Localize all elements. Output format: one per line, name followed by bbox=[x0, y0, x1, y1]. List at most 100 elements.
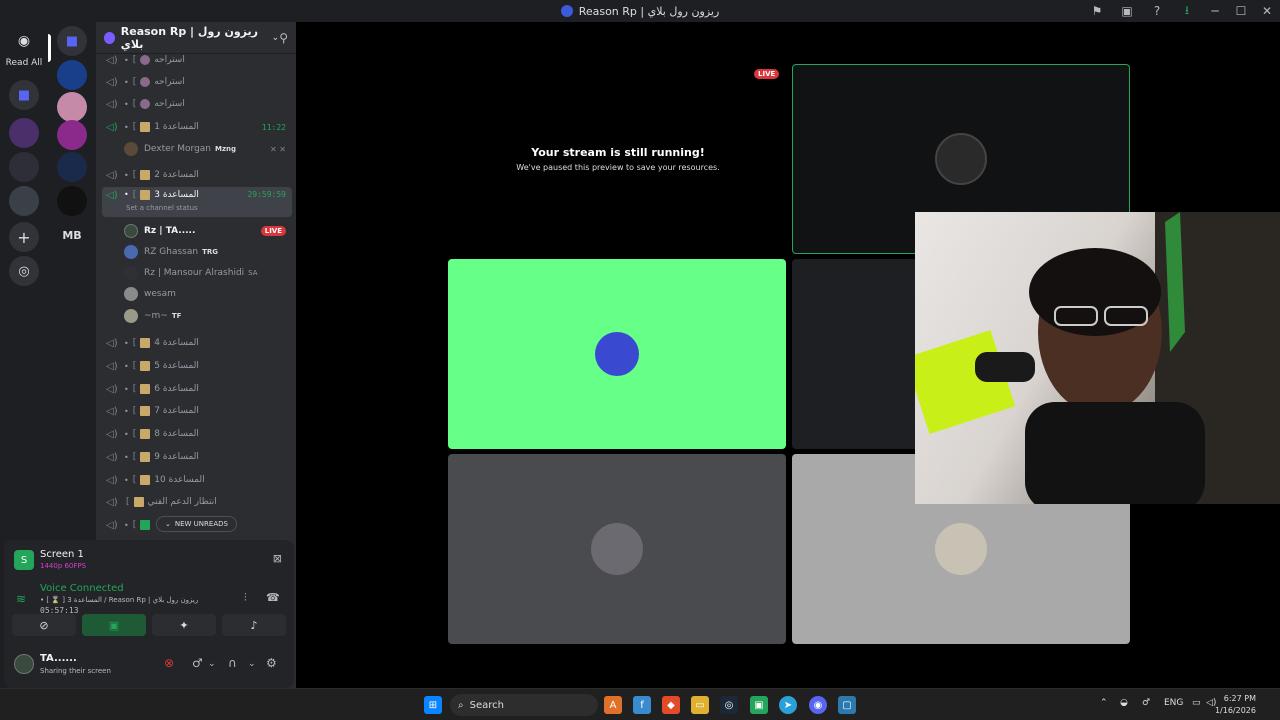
app-icon-green[interactable]: ▣ bbox=[750, 696, 768, 714]
server-icon-mb[interactable]: MB bbox=[57, 220, 87, 250]
speaker-icon: ◁) bbox=[106, 76, 118, 88]
voice-channel[interactable]: ◁) •[استراحه bbox=[102, 72, 292, 92]
close-button[interactable]: ✕ bbox=[1254, 0, 1280, 22]
chevron-up-icon[interactable]: ⌃ bbox=[1100, 698, 1108, 708]
user-status: Sharing their screen bbox=[40, 667, 111, 675]
brave-browser-icon[interactable]: ◆ bbox=[662, 696, 680, 714]
channel-bracket: [ bbox=[132, 77, 137, 87]
disconnect-icon[interactable]: ☎ bbox=[266, 591, 280, 604]
channel-status[interactable]: Set a channel status bbox=[126, 204, 198, 212]
voice-user[interactable]: Rz | Mansour Alrashidi SA bbox=[124, 263, 292, 283]
stream-quality[interactable]: 1440p 60FPS bbox=[40, 562, 86, 570]
voice-channel[interactable]: ◁) •[المساعدة 4 bbox=[102, 333, 292, 353]
game-controller-off-icon[interactable]: ⊗ bbox=[164, 656, 174, 670]
server-icon-f[interactable] bbox=[57, 152, 87, 182]
download-icon[interactable]: ⭳ bbox=[1172, 0, 1202, 22]
microphone-icon[interactable]: ♂ bbox=[192, 656, 203, 670]
telegram-icon[interactable]: ➤ bbox=[779, 696, 797, 714]
stop-stream-icon[interactable]: ⊠ bbox=[273, 552, 282, 565]
voice-channel[interactable]: ◁) •[المساعدة 10 bbox=[102, 470, 292, 490]
app-icon-f[interactable]: f bbox=[633, 696, 651, 714]
app-icon-window[interactable]: ▢ bbox=[838, 696, 856, 714]
voice-channel[interactable]: ◁) •[المساعدة 8 bbox=[102, 424, 292, 444]
reason-server-icon[interactable] bbox=[57, 60, 87, 90]
settings-gear-icon[interactable]: ⚙ bbox=[266, 656, 277, 670]
taskbar-search[interactable]: ⌕ Search bbox=[450, 694, 598, 716]
server-icon-c[interactable] bbox=[9, 186, 39, 216]
voice-channel[interactable]: ◁) •[استراحه bbox=[102, 94, 292, 114]
server-icon-e[interactable] bbox=[57, 120, 87, 150]
network-icon[interactable]: ▭ bbox=[1192, 698, 1201, 708]
paused-preview[interactable]: Your stream is still running! We've paus… bbox=[448, 64, 788, 234]
voice-channel[interactable]: ◁) •[المساعدة 7 bbox=[102, 401, 292, 421]
voice-channel-selected[interactable]: ◁) •[المساعدة 3 29:59:59 Set a channel sta… bbox=[102, 187, 292, 217]
speaker-icon: ◁) bbox=[106, 451, 118, 463]
signal-icon[interactable]: ≋ bbox=[16, 592, 26, 606]
voice-connected-status[interactable]: Voice Connected bbox=[40, 583, 124, 594]
window-title-text: Reason Rp | ريزون رول بلاي bbox=[578, 4, 720, 18]
avatar bbox=[595, 332, 639, 376]
chevron-down-icon[interactable]: ⌄ bbox=[248, 659, 256, 669]
soundboard-button[interactable]: ♪ bbox=[222, 614, 286, 636]
new-unreads-button[interactable]: ⌄ NEW UNREADS bbox=[156, 516, 237, 532]
discord-home-icon[interactable]: ◉ bbox=[9, 26, 39, 56]
channel-bracket: [ bbox=[132, 122, 137, 132]
avatar bbox=[124, 266, 138, 280]
user-tag: TRG bbox=[202, 248, 218, 256]
voice-channel-path[interactable]: • [ ⌛ ] المساعدة 3 / Reason Rp | ريزون ر… bbox=[40, 596, 198, 604]
voice-user[interactable]: Dexter Morgan Mzng ✕ ✕ bbox=[124, 139, 292, 159]
camera-off-button[interactable]: ⊘ bbox=[12, 614, 76, 636]
avatar[interactable] bbox=[14, 654, 34, 674]
voice-user[interactable]: wesam bbox=[124, 284, 292, 304]
headphones-icon[interactable]: ∩ bbox=[228, 656, 237, 670]
chevron-down-icon[interactable]: ⌄ bbox=[208, 659, 216, 669]
windows-start-icon[interactable]: ⊞ bbox=[424, 696, 442, 714]
user-display-name[interactable]: TA...... bbox=[40, 653, 77, 664]
channel-timer: 29:59:59 bbox=[247, 190, 286, 199]
voice-user[interactable]: Rz | TA..... LIVE bbox=[124, 221, 292, 241]
server-icon-d[interactable] bbox=[57, 92, 87, 122]
speaker-icon: ◁) bbox=[106, 428, 118, 440]
folder-open-icon[interactable]: ■ bbox=[57, 26, 87, 56]
system-clock[interactable]: 6:27 PM 1/16/2026 bbox=[1215, 693, 1256, 717]
voice-channel[interactable]: ◁) •[استراحه bbox=[102, 50, 292, 70]
help-icon[interactable]: ? bbox=[1142, 0, 1172, 22]
maximize-button[interactable]: ☐ bbox=[1228, 0, 1254, 22]
microphone-tray-icon[interactable]: ♂ bbox=[1142, 698, 1150, 708]
read-all-label[interactable]: Read All bbox=[0, 58, 48, 68]
screenshot-icon[interactable]: ▣ bbox=[1112, 0, 1142, 22]
voice-channel[interactable]: ◁) •[المساعدة 9 bbox=[102, 447, 292, 467]
share-screen-button[interactable]: ▣ bbox=[82, 614, 146, 636]
steam-icon[interactable]: ◎ bbox=[720, 696, 738, 714]
server-icon-g[interactable] bbox=[57, 186, 87, 216]
activities-button[interactable]: ✦ bbox=[152, 614, 216, 636]
participant-tile[interactable] bbox=[448, 259, 786, 449]
folder-icon[interactable]: ■ bbox=[9, 80, 39, 110]
server-icon-b[interactable] bbox=[9, 152, 39, 182]
webcam-overlay[interactable] bbox=[915, 212, 1280, 504]
explore-icon[interactable]: ◎ bbox=[9, 256, 39, 286]
voice-channel-active[interactable]: ◁) •[المساعدة 1 11:22 bbox=[102, 117, 292, 137]
voice-channel[interactable]: ◁) •[المساعدة 2 bbox=[102, 165, 292, 185]
server-icon-a[interactable] bbox=[9, 118, 39, 148]
voice-channel[interactable]: ◁) [انتظار الدعم الفني bbox=[102, 492, 292, 512]
channel-bracket: [ bbox=[132, 55, 137, 65]
voice-channel[interactable]: ◁) •[المساعدة 5 bbox=[102, 356, 292, 376]
flag-icon[interactable]: ⚑ bbox=[1082, 0, 1112, 22]
add-server-icon[interactable]: + bbox=[9, 222, 39, 252]
invite-people-icon[interactable]: ⚲ bbox=[279, 31, 288, 45]
tray-app-icon[interactable]: ◒ bbox=[1120, 698, 1128, 708]
app-icon-a[interactable]: A bbox=[604, 696, 622, 714]
language-indicator[interactable]: ENG bbox=[1164, 698, 1183, 708]
user-tag: Mzng bbox=[215, 145, 237, 153]
discord-taskbar-icon[interactable]: ◉ bbox=[809, 696, 827, 714]
voice-user[interactable]: ~m~ TF bbox=[124, 306, 292, 326]
channel-bracket: [ bbox=[132, 338, 137, 348]
noise-suppression-icon[interactable]: ⫶ bbox=[244, 591, 247, 605]
voice-channel[interactable]: ◁) •[المساعدة 6 bbox=[102, 379, 292, 399]
file-explorer-icon[interactable]: ▭ bbox=[691, 696, 709, 714]
participant-tile[interactable] bbox=[448, 454, 786, 644]
voice-user[interactable]: RZ Ghassan TRG bbox=[124, 242, 292, 262]
channel-label: المساعدة 3 bbox=[154, 190, 199, 200]
minimize-button[interactable]: ─ bbox=[1202, 0, 1228, 22]
